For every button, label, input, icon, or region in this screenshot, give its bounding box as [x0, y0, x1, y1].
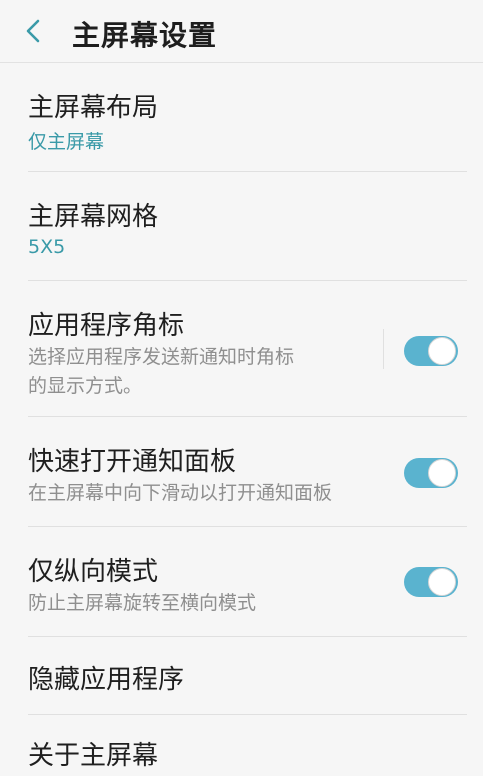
setting-app-badges[interactable]: 应用程序角标 选择应用程序发送新通知时角标 的显示方式。	[0, 281, 483, 416]
vertical-separator	[383, 329, 384, 369]
toggle-knob	[428, 568, 456, 596]
setting-description-line2: 的显示方式。	[28, 375, 143, 397]
setting-title: 快速打开通知面板	[28, 447, 237, 477]
setting-title: 主屏幕布局	[28, 93, 159, 123]
setting-value: 仅主屏幕	[28, 131, 105, 153]
setting-about-home[interactable]: 关于主屏幕	[0, 715, 483, 776]
setting-title: 关于主屏幕	[28, 741, 159, 771]
setting-title: 隐藏应用程序	[28, 665, 185, 695]
setting-value: 5X5	[28, 236, 66, 258]
chevron-left-icon[interactable]	[22, 17, 46, 45]
setting-title: 仅纵向模式	[28, 557, 159, 587]
page-title: 主屏幕设置	[72, 19, 218, 52]
setting-title: 主屏幕网格	[28, 202, 159, 232]
setting-description-line1: 选择应用程序发送新通知时角标	[28, 346, 295, 368]
setting-home-layout[interactable]: 主屏幕布局 仅主屏幕	[0, 63, 483, 171]
toggle-knob	[428, 459, 456, 487]
setting-description: 防止主屏幕旋转至横向模式	[28, 592, 257, 614]
setting-hide-apps[interactable]: 隐藏应用程序	[0, 637, 483, 714]
setting-quick-notification-panel[interactable]: 快速打开通知面板 在主屏幕中向下滑动以打开通知面板	[0, 417, 483, 526]
setting-title: 应用程序角标	[28, 311, 185, 341]
app-bar: 主屏幕设置	[0, 0, 483, 62]
toggle-knob	[428, 337, 456, 365]
setting-home-grid[interactable]: 主屏幕网格 5X5	[0, 172, 483, 280]
setting-description: 在主屏幕中向下滑动以打开通知面板	[28, 482, 333, 504]
app-badges-toggle[interactable]	[404, 336, 458, 366]
quick-notification-panel-toggle[interactable]	[404, 458, 458, 488]
setting-portrait-only[interactable]: 仅纵向模式 防止主屏幕旋转至横向模式	[0, 527, 483, 636]
portrait-only-toggle[interactable]	[404, 567, 458, 597]
